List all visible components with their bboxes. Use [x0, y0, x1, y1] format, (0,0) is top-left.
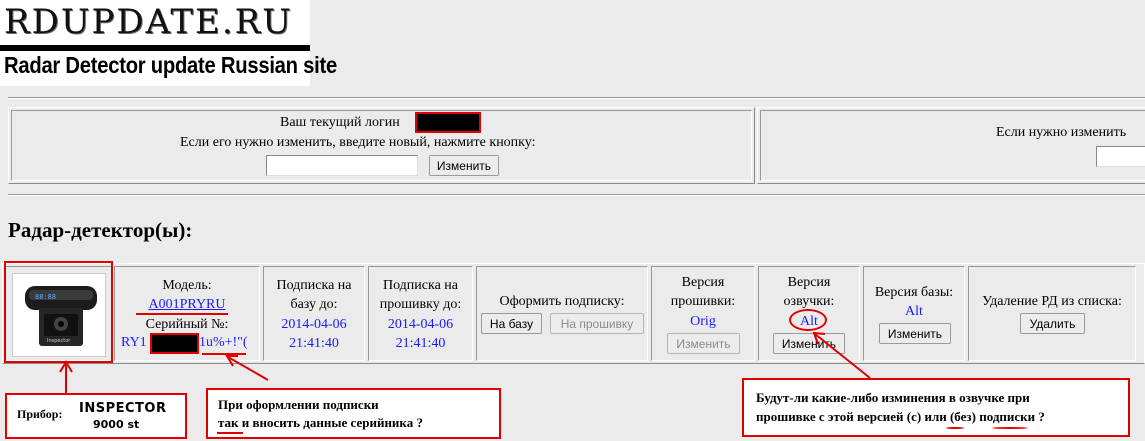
serial-callout-underline [217, 432, 243, 434]
device-callout-name-2: 9000 st [93, 418, 140, 431]
voice-callout-line-1: Будут-ли какие-либо изминения в озвучке … [756, 390, 1030, 405]
annotation-arrows [59, 331, 871, 394]
device-callout: Прибор: INSPECTOR 9000 st [5, 393, 187, 439]
voice-callout-underline-1 [946, 427, 964, 429]
device-arrow [59, 360, 73, 394]
voice-callout-line-2: прошивке с этой версией (с) или (без) по… [756, 409, 1045, 424]
device-callout-name-1: INSPECTOR [79, 401, 167, 416]
voice-arrow [812, 331, 871, 379]
serial-callout: При оформлении подписки так и вносить да… [206, 388, 501, 439]
serial-arrow [225, 355, 269, 381]
serial-callout-line-1: При оформлении подписки [218, 397, 379, 412]
voice-callout-underline-2 [992, 427, 1028, 429]
serial-callout-line-2: так и вносить данные серийника ? [218, 415, 423, 430]
voice-callout: Будут-ли какие-либо изминения в озвучке … [742, 378, 1130, 437]
device-callout-label: Прибор: [17, 407, 63, 421]
